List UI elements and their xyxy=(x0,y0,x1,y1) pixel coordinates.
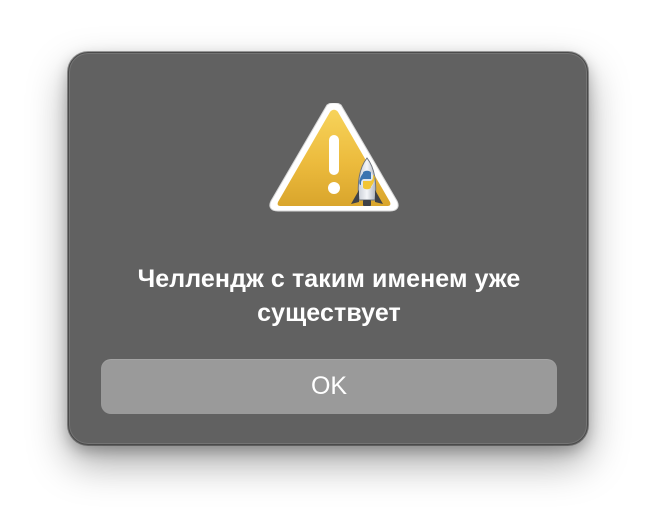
warning-icon xyxy=(269,102,399,223)
ok-button[interactable]: OK xyxy=(101,359,557,414)
alert-message: Челлендж с таким именем уже существует xyxy=(137,265,521,327)
alert-dialog: Челлендж с таким именем уже существует O… xyxy=(68,52,588,445)
screen: Челлендж с таким именем уже существует O… xyxy=(0,0,656,530)
